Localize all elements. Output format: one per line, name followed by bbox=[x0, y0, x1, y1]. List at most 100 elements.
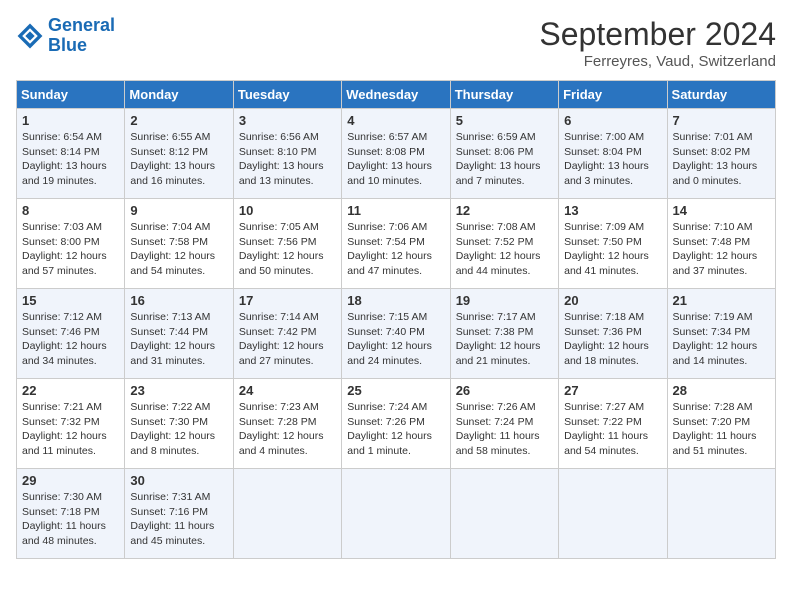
daylight-label: Daylight: 12 hours and 21 minutes. bbox=[456, 340, 541, 367]
day-number: 19 bbox=[456, 293, 553, 308]
calendar-cell: 14 Sunrise: 7:10 AM Sunset: 7:48 PM Dayl… bbox=[667, 199, 775, 289]
cell-content: Sunrise: 7:18 AM Sunset: 7:36 PM Dayligh… bbox=[564, 310, 661, 369]
sunset-label: Sunset: 8:10 PM bbox=[239, 146, 317, 158]
day-number: 20 bbox=[564, 293, 661, 308]
sunrise-label: Sunrise: 7:21 AM bbox=[22, 401, 102, 413]
calendar-week-row: 15 Sunrise: 7:12 AM Sunset: 7:46 PM Dayl… bbox=[17, 289, 776, 379]
cell-content: Sunrise: 7:14 AM Sunset: 7:42 PM Dayligh… bbox=[239, 310, 336, 369]
calendar-cell: 18 Sunrise: 7:15 AM Sunset: 7:40 PM Dayl… bbox=[342, 289, 450, 379]
day-number: 10 bbox=[239, 203, 336, 218]
weekday-header: Saturday bbox=[667, 81, 775, 109]
daylight-label: Daylight: 11 hours and 48 minutes. bbox=[22, 520, 106, 547]
sunset-label: Sunset: 8:08 PM bbox=[347, 146, 425, 158]
calendar-cell: 30 Sunrise: 7:31 AM Sunset: 7:16 PM Dayl… bbox=[125, 469, 233, 559]
daylight-label: Daylight: 12 hours and 24 minutes. bbox=[347, 340, 432, 367]
calendar-cell: 3 Sunrise: 6:56 AM Sunset: 8:10 PM Dayli… bbox=[233, 109, 341, 199]
cell-content: Sunrise: 7:00 AM Sunset: 8:04 PM Dayligh… bbox=[564, 130, 661, 189]
calendar-cell: 21 Sunrise: 7:19 AM Sunset: 7:34 PM Dayl… bbox=[667, 289, 775, 379]
sunrise-label: Sunrise: 7:26 AM bbox=[456, 401, 536, 413]
cell-content: Sunrise: 7:08 AM Sunset: 7:52 PM Dayligh… bbox=[456, 220, 553, 279]
logo: GeneralBlue bbox=[16, 16, 115, 56]
daylight-label: Daylight: 11 hours and 45 minutes. bbox=[130, 520, 214, 547]
sunrise-label: Sunrise: 7:19 AM bbox=[673, 311, 753, 323]
daylight-label: Daylight: 13 hours and 10 minutes. bbox=[347, 160, 432, 187]
day-number: 21 bbox=[673, 293, 770, 308]
sunset-label: Sunset: 7:22 PM bbox=[564, 416, 642, 428]
cell-content: Sunrise: 7:31 AM Sunset: 7:16 PM Dayligh… bbox=[130, 490, 227, 549]
sunset-label: Sunset: 7:56 PM bbox=[239, 236, 317, 248]
cell-content: Sunrise: 7:17 AM Sunset: 7:38 PM Dayligh… bbox=[456, 310, 553, 369]
calendar-cell bbox=[233, 469, 341, 559]
daylight-label: Daylight: 13 hours and 13 minutes. bbox=[239, 160, 324, 187]
day-number: 25 bbox=[347, 383, 444, 398]
day-number: 29 bbox=[22, 473, 119, 488]
calendar-week-row: 1 Sunrise: 6:54 AM Sunset: 8:14 PM Dayli… bbox=[17, 109, 776, 199]
sunset-label: Sunset: 8:06 PM bbox=[456, 146, 534, 158]
cell-content: Sunrise: 7:13 AM Sunset: 7:44 PM Dayligh… bbox=[130, 310, 227, 369]
calendar-week-row: 22 Sunrise: 7:21 AM Sunset: 7:32 PM Dayl… bbox=[17, 379, 776, 469]
day-number: 6 bbox=[564, 113, 661, 128]
cell-content: Sunrise: 7:19 AM Sunset: 7:34 PM Dayligh… bbox=[673, 310, 770, 369]
sunset-label: Sunset: 7:48 PM bbox=[673, 236, 751, 248]
sunset-label: Sunset: 7:24 PM bbox=[456, 416, 534, 428]
calendar-cell: 1 Sunrise: 6:54 AM Sunset: 8:14 PM Dayli… bbox=[17, 109, 125, 199]
daylight-label: Daylight: 13 hours and 3 minutes. bbox=[564, 160, 649, 187]
sunrise-label: Sunrise: 6:54 AM bbox=[22, 131, 102, 143]
day-number: 9 bbox=[130, 203, 227, 218]
title-block: September 2024 Ferreyres, Vaud, Switzerl… bbox=[539, 16, 776, 70]
calendar-cell: 12 Sunrise: 7:08 AM Sunset: 7:52 PM Dayl… bbox=[450, 199, 558, 289]
calendar-cell: 10 Sunrise: 7:05 AM Sunset: 7:56 PM Dayl… bbox=[233, 199, 341, 289]
calendar-cell: 7 Sunrise: 7:01 AM Sunset: 8:02 PM Dayli… bbox=[667, 109, 775, 199]
day-number: 18 bbox=[347, 293, 444, 308]
sunrise-label: Sunrise: 7:03 AM bbox=[22, 221, 102, 233]
sunset-label: Sunset: 7:20 PM bbox=[673, 416, 751, 428]
sunrise-label: Sunrise: 7:00 AM bbox=[564, 131, 644, 143]
day-number: 28 bbox=[673, 383, 770, 398]
calendar-week-row: 29 Sunrise: 7:30 AM Sunset: 7:18 PM Dayl… bbox=[17, 469, 776, 559]
cell-content: Sunrise: 7:23 AM Sunset: 7:28 PM Dayligh… bbox=[239, 400, 336, 459]
sunset-label: Sunset: 7:38 PM bbox=[456, 326, 534, 338]
daylight-label: Daylight: 11 hours and 58 minutes. bbox=[456, 430, 540, 457]
sunrise-label: Sunrise: 7:14 AM bbox=[239, 311, 319, 323]
sunrise-label: Sunrise: 7:30 AM bbox=[22, 491, 102, 503]
calendar-cell: 23 Sunrise: 7:22 AM Sunset: 7:30 PM Dayl… bbox=[125, 379, 233, 469]
daylight-label: Daylight: 12 hours and 54 minutes. bbox=[130, 250, 215, 277]
sunrise-label: Sunrise: 7:08 AM bbox=[456, 221, 536, 233]
weekday-header: Monday bbox=[125, 81, 233, 109]
calendar-cell: 19 Sunrise: 7:17 AM Sunset: 7:38 PM Dayl… bbox=[450, 289, 558, 379]
sunrise-label: Sunrise: 7:06 AM bbox=[347, 221, 427, 233]
cell-content: Sunrise: 6:55 AM Sunset: 8:12 PM Dayligh… bbox=[130, 130, 227, 189]
sunset-label: Sunset: 8:02 PM bbox=[673, 146, 751, 158]
sunset-label: Sunset: 8:00 PM bbox=[22, 236, 100, 248]
cell-content: Sunrise: 6:56 AM Sunset: 8:10 PM Dayligh… bbox=[239, 130, 336, 189]
calendar-cell: 2 Sunrise: 6:55 AM Sunset: 8:12 PM Dayli… bbox=[125, 109, 233, 199]
day-number: 22 bbox=[22, 383, 119, 398]
cell-content: Sunrise: 7:27 AM Sunset: 7:22 PM Dayligh… bbox=[564, 400, 661, 459]
daylight-label: Daylight: 13 hours and 16 minutes. bbox=[130, 160, 215, 187]
daylight-label: Daylight: 12 hours and 1 minute. bbox=[347, 430, 432, 457]
day-number: 23 bbox=[130, 383, 227, 398]
cell-content: Sunrise: 7:09 AM Sunset: 7:50 PM Dayligh… bbox=[564, 220, 661, 279]
daylight-label: Daylight: 12 hours and 47 minutes. bbox=[347, 250, 432, 277]
calendar-cell: 11 Sunrise: 7:06 AM Sunset: 7:54 PM Dayl… bbox=[342, 199, 450, 289]
sunset-label: Sunset: 7:16 PM bbox=[130, 506, 208, 518]
sunrise-label: Sunrise: 7:27 AM bbox=[564, 401, 644, 413]
daylight-label: Daylight: 12 hours and 31 minutes. bbox=[130, 340, 215, 367]
day-number: 14 bbox=[673, 203, 770, 218]
sunrise-label: Sunrise: 7:05 AM bbox=[239, 221, 319, 233]
daylight-label: Daylight: 12 hours and 34 minutes. bbox=[22, 340, 107, 367]
day-number: 1 bbox=[22, 113, 119, 128]
sunset-label: Sunset: 7:34 PM bbox=[673, 326, 751, 338]
sunset-label: Sunset: 7:32 PM bbox=[22, 416, 100, 428]
sunset-label: Sunset: 7:44 PM bbox=[130, 326, 208, 338]
day-number: 12 bbox=[456, 203, 553, 218]
cell-content: Sunrise: 7:22 AM Sunset: 7:30 PM Dayligh… bbox=[130, 400, 227, 459]
sunrise-label: Sunrise: 7:17 AM bbox=[456, 311, 536, 323]
calendar-cell: 6 Sunrise: 7:00 AM Sunset: 8:04 PM Dayli… bbox=[559, 109, 667, 199]
sunset-label: Sunset: 8:12 PM bbox=[130, 146, 208, 158]
calendar-cell: 17 Sunrise: 7:14 AM Sunset: 7:42 PM Dayl… bbox=[233, 289, 341, 379]
calendar-cell bbox=[450, 469, 558, 559]
calendar-cell: 20 Sunrise: 7:18 AM Sunset: 7:36 PM Dayl… bbox=[559, 289, 667, 379]
sunrise-label: Sunrise: 6:56 AM bbox=[239, 131, 319, 143]
sunset-label: Sunset: 7:28 PM bbox=[239, 416, 317, 428]
